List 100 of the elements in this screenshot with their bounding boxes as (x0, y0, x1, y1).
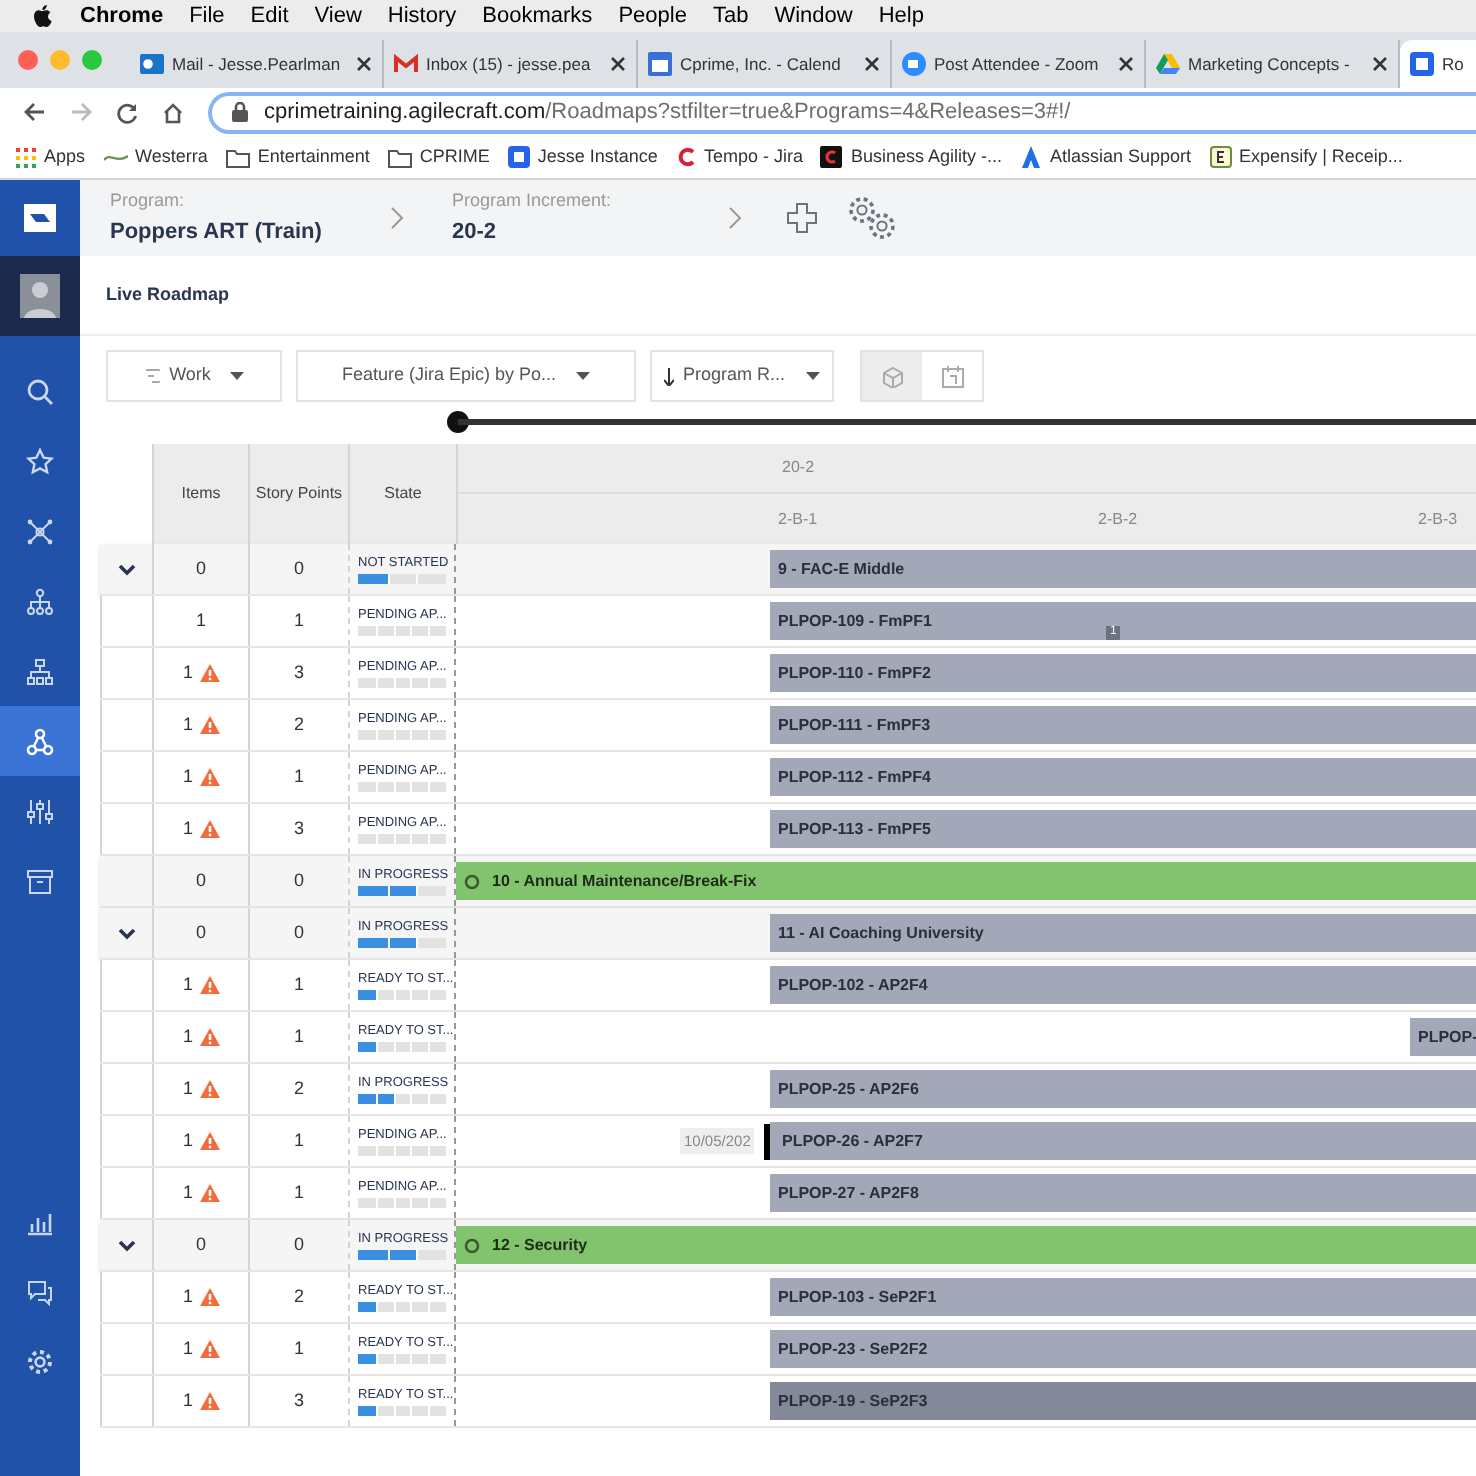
add-icon[interactable] (786, 202, 818, 234)
folder-icon (387, 147, 412, 167)
settings-icon[interactable] (846, 194, 898, 242)
column-header: Items (181, 482, 221, 506)
field-label: Program: (110, 188, 187, 214)
roadmap-bar[interactable]: PLPOP-23 - SeP2F2 (770, 1330, 1476, 1368)
roadmap-bar[interactable]: 9 - FAC-E Middle (770, 550, 1476, 588)
roadmap-bar[interactable]: PLPOP- (1410, 1018, 1476, 1056)
close-tab-icon[interactable] (864, 56, 880, 72)
menu-item[interactable]: Chrome (80, 0, 164, 33)
menu-item[interactable]: Bookmarks (482, 0, 593, 33)
back-arrow-icon[interactable] (24, 102, 46, 122)
tab-favicon-icon (140, 52, 164, 76)
address-field[interactable]: cprimetraining.agilecraft.com/Roadmaps?stfilter=true&Programs=4&Releases=3#!/ (208, 91, 1476, 133)
search-icon (26, 377, 54, 405)
menu-item[interactable]: Edit (250, 0, 289, 33)
close-tab-icon[interactable] (610, 56, 626, 72)
timeline-scrubber[interactable] (446, 409, 1476, 433)
chevron-down-icon[interactable] (117, 1239, 135, 1251)
roadmap-bar[interactable]: PLPOP-19 - SeP2F3 (770, 1382, 1476, 1420)
bookmark-link[interactable]: Jesse Instance (507, 143, 658, 171)
roadmap-bar[interactable]: PLPOP-26 - AP2F7 (770, 1122, 1476, 1160)
items-count: 1 (182, 763, 193, 790)
menu-item[interactable]: Help (878, 0, 924, 33)
progress-track (358, 625, 446, 635)
story-points: 1 (293, 607, 304, 634)
items-count: 1 (182, 815, 193, 842)
close-tab-icon[interactable] (1372, 56, 1388, 72)
items-count: 1 (182, 1387, 193, 1414)
lock-icon (232, 102, 248, 122)
dropdown-label: Program R... (682, 362, 785, 389)
increment-name[interactable]: 20-2 (452, 215, 728, 248)
chevron-down-icon[interactable] (117, 927, 135, 939)
items-count: 1 (182, 1023, 193, 1050)
close-tab-icon[interactable] (356, 56, 372, 72)
items-count: 1 (182, 1179, 193, 1206)
dropdown[interactable]: Feature (Jira Epic) by Po... (296, 350, 636, 402)
roadmap-bar[interactable]: PLPOP-27 - AP2F8 (770, 1174, 1476, 1212)
items-count: 1 (182, 659, 193, 686)
date-marker (764, 1124, 770, 1160)
roadmap-bar[interactable]: PLPOP-113 - FmPF5 (770, 810, 1476, 848)
bookmark-icon (103, 151, 128, 163)
story-points: 1 (293, 1127, 304, 1154)
menu-item[interactable]: View (314, 0, 362, 33)
reload-icon[interactable] (116, 101, 138, 123)
dropdown[interactable]: Program R... (650, 350, 834, 402)
bookmark-link[interactable]: Business Agility -... (820, 143, 1002, 171)
items-count: 1 (182, 711, 193, 738)
menu-item[interactable]: People (618, 0, 687, 33)
chat-bubbles-icon (26, 1277, 54, 1305)
bookmark-link[interactable]: Expensify | Receip... (1209, 143, 1403, 171)
home-icon[interactable] (162, 101, 184, 123)
menu-item[interactable]: Tab (712, 0, 749, 33)
roadmap-bar[interactable]: 10 - Annual Maintenance/Break-Fix (456, 862, 1476, 900)
bookmark-link[interactable]: Atlassian Support (1020, 143, 1192, 171)
progress-track (358, 729, 446, 739)
apple-icon[interactable] (32, 4, 54, 28)
bookmark-link[interactable]: Entertainment (225, 143, 370, 171)
archive-box-icon (26, 867, 54, 895)
bookmark-link[interactable]: CPRIME (387, 143, 490, 171)
roadmap-bar[interactable]: PLPOP-103 - SeP2F1 (770, 1278, 1476, 1316)
roadmap-bar[interactable]: PLPOP-112 - FmPF4 (770, 758, 1476, 796)
menu-item[interactable]: Window (774, 0, 853, 33)
app-logo-icon[interactable] (24, 204, 56, 232)
story-points: 0 (293, 1231, 304, 1258)
chevron-down-icon[interactable] (117, 563, 135, 575)
folder-icon (225, 147, 250, 167)
roadmap-bar[interactable]: PLPOP-110 - FmPF2 (770, 654, 1476, 692)
calendar-icon (941, 365, 963, 387)
roadmap-bar[interactable]: PLPOP-111 - FmPF3 (770, 706, 1476, 744)
bookmark-link[interactable]: Westerra (103, 143, 208, 171)
close-tab-icon[interactable] (1118, 56, 1134, 72)
bookmark-link[interactable]: Apps (16, 143, 86, 171)
roadmap-bar[interactable]: 11 - AI Coaching University (770, 914, 1476, 952)
program-name[interactable]: Poppers ART (Train) (110, 215, 390, 248)
tab-favicon-icon (648, 52, 672, 76)
sidebar-nav-item[interactable] (0, 706, 80, 776)
view-toggle-button[interactable] (862, 352, 922, 400)
roadmap-bar[interactable]: 12 - Security (456, 1226, 1476, 1264)
bookmark-link[interactable]: Tempo - Jira (675, 143, 803, 171)
story-points: 1 (293, 763, 304, 790)
items-count: 1 (182, 1075, 193, 1102)
circle-icon (464, 873, 480, 889)
story-points: 3 (293, 815, 304, 842)
story-points: 0 (293, 867, 304, 894)
story-points: 3 (293, 659, 304, 686)
menu-item[interactable]: History (387, 0, 457, 33)
roadmap-bar[interactable]: PLPOP-25 - AP2F6 (770, 1070, 1476, 1108)
progress-track (358, 1197, 446, 1207)
story-points: 2 (293, 1075, 304, 1102)
roadmap-bar[interactable]: PLPOP-102 - AP2F4 (770, 966, 1476, 1004)
story-points: 0 (293, 555, 304, 582)
browser-tab[interactable]: Ro (1400, 40, 1476, 88)
story-points: 2 (293, 711, 304, 738)
tab-favicon-icon (394, 52, 418, 76)
items-count: 1 (182, 971, 193, 998)
chevron-right-icon (728, 206, 742, 230)
dropdown[interactable]: Work (106, 350, 282, 402)
caret-down-icon (576, 372, 591, 380)
menu-item[interactable]: File (189, 0, 225, 33)
